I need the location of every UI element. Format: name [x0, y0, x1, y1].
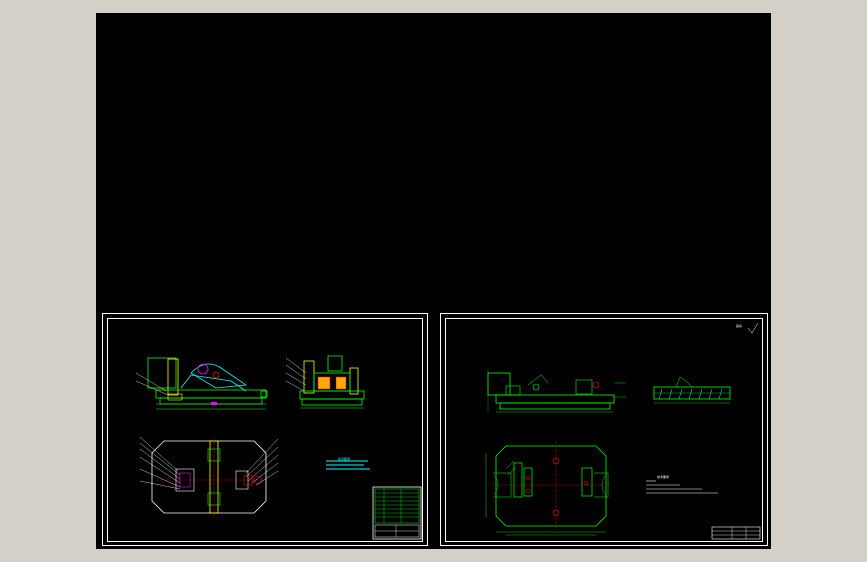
part-drawing-graphics: [485, 322, 761, 540]
part-plan-view: [485, 441, 610, 536]
cad-drawing-viewport[interactable]: 技术要求 技术要求 其余: [96, 13, 771, 549]
roughness-mark-label: 其余: [736, 324, 743, 328]
part-side-view: [653, 376, 731, 404]
part-tech-notes-title: 技术要求: [657, 475, 670, 479]
part-tech-notes: [646, 480, 718, 494]
roughness-symbol: [747, 322, 759, 334]
part-front-view: [487, 369, 626, 413]
part-title-block: [711, 526, 761, 540]
